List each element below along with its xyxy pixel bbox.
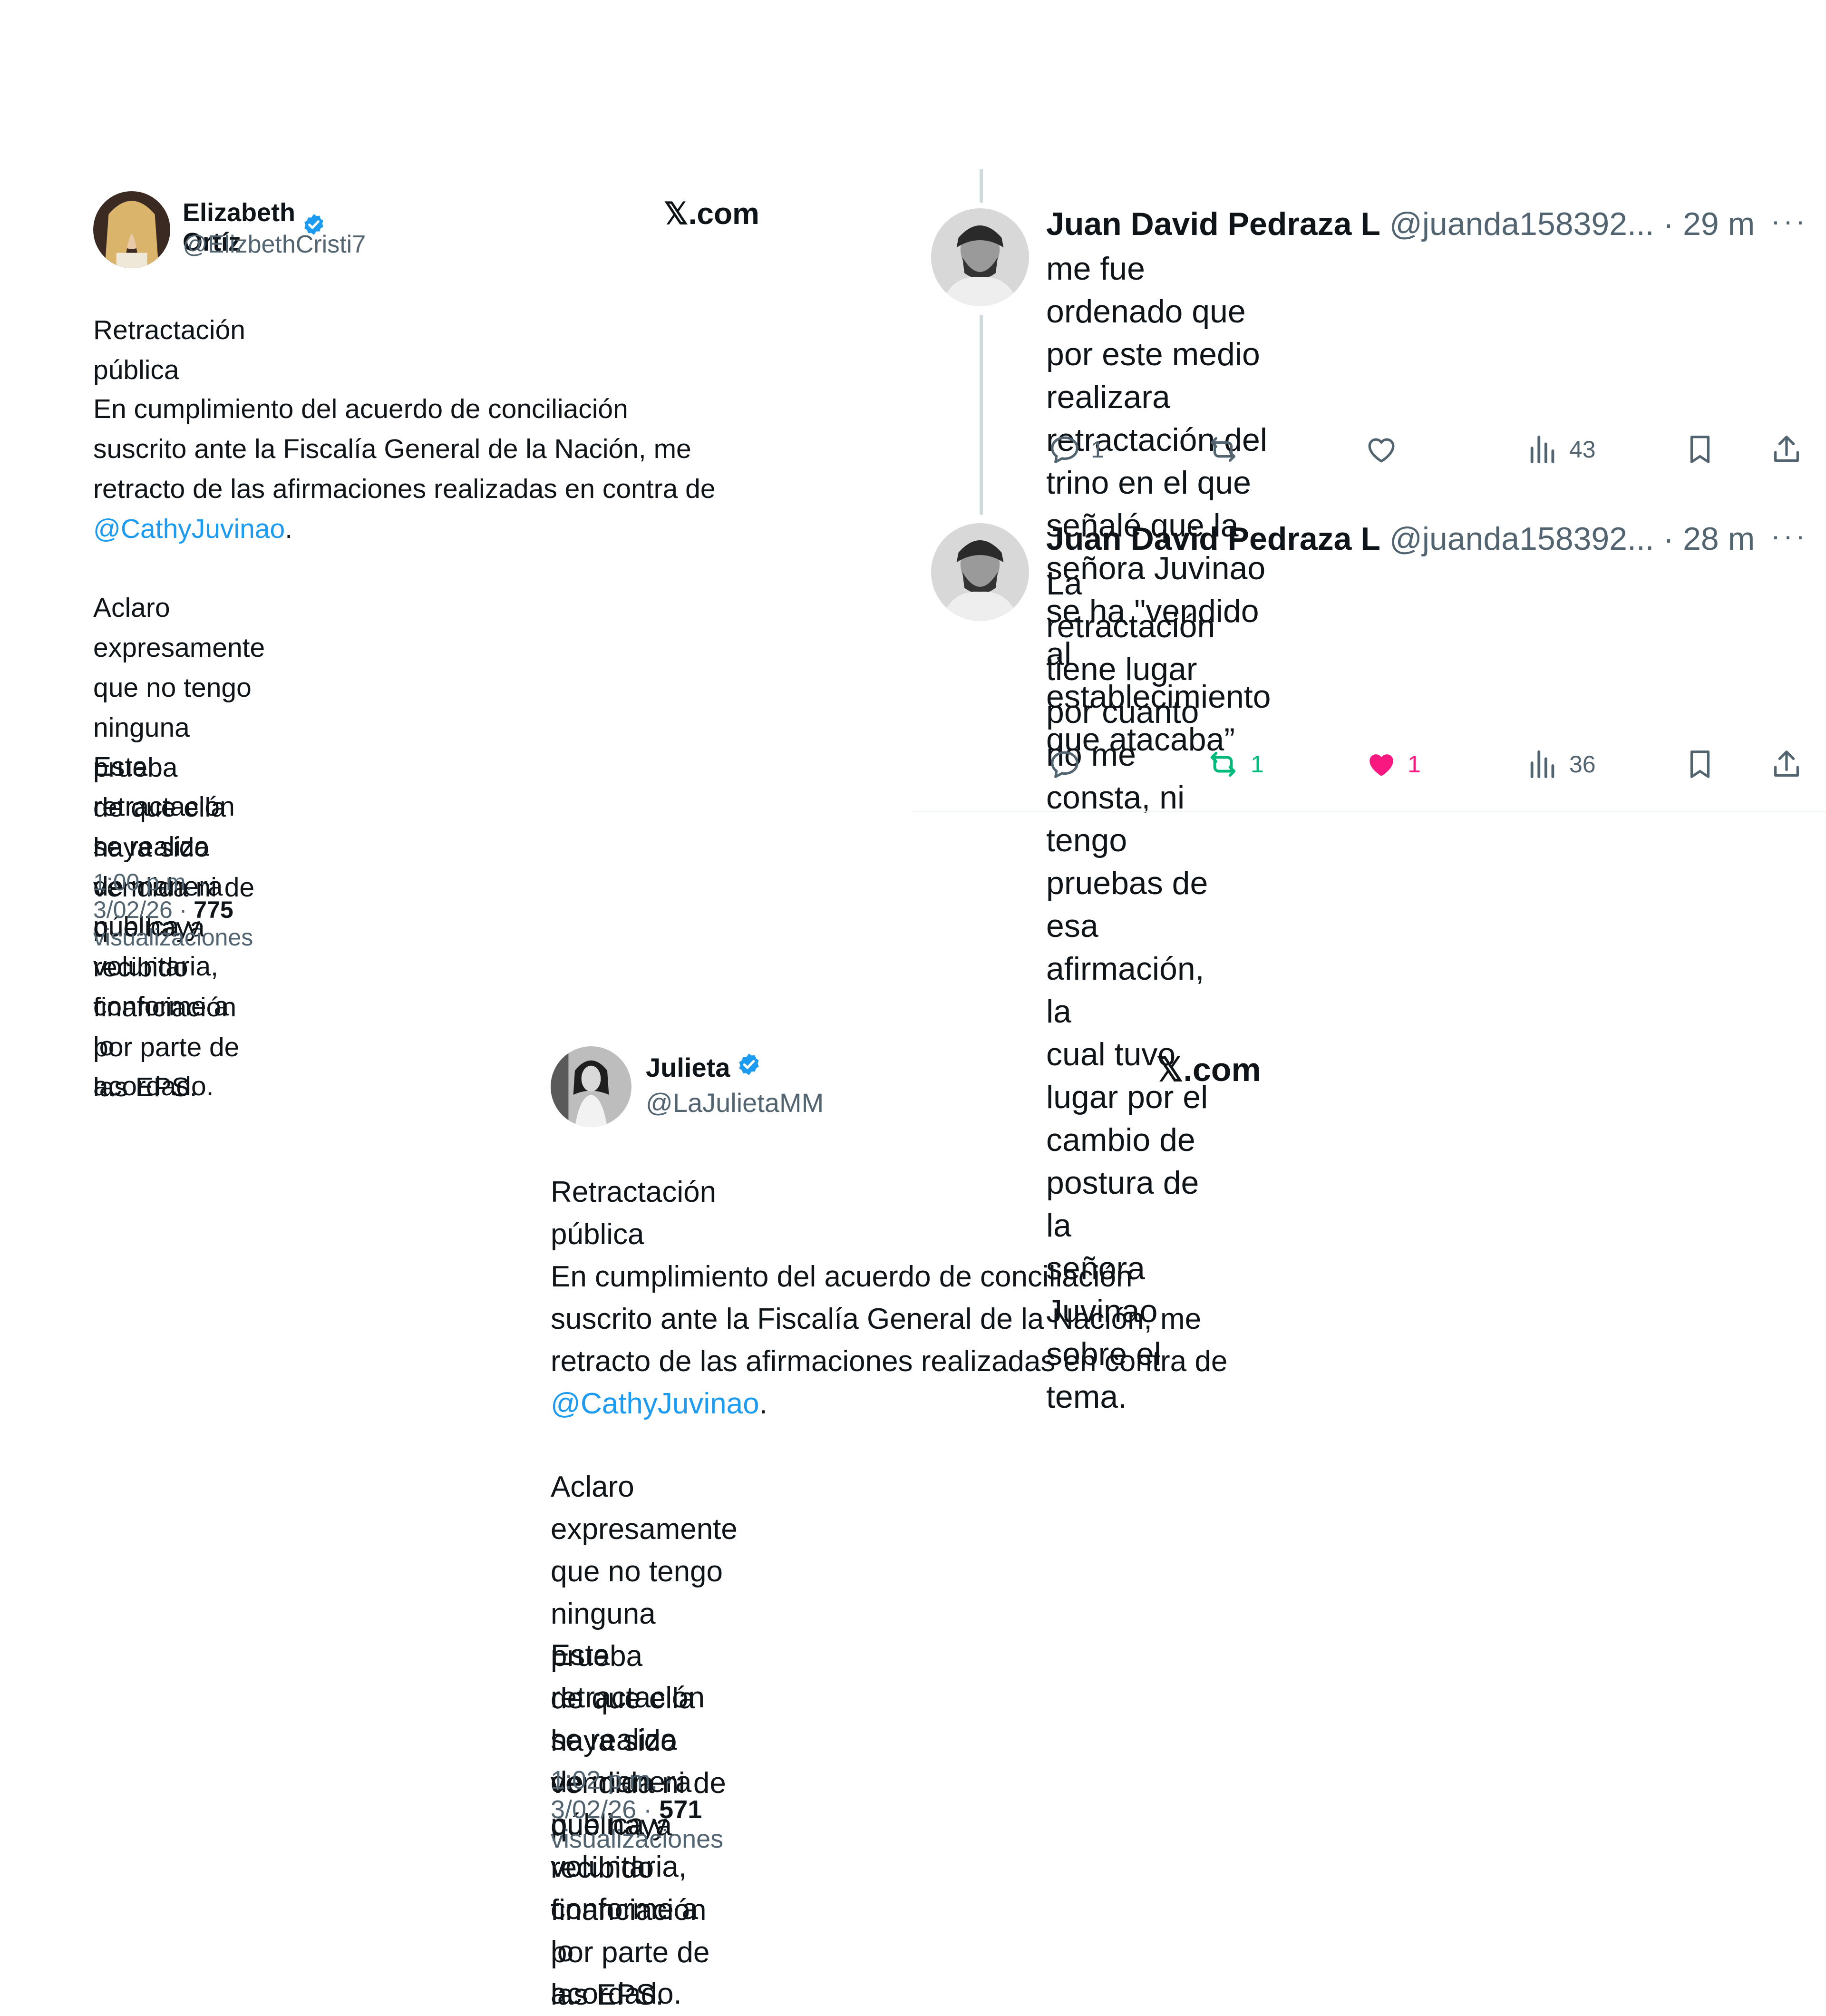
views-button[interactable]: 36 (1526, 748, 1596, 781)
avatar[interactable] (931, 208, 1029, 306)
retweet-count: 1 (1251, 751, 1264, 778)
share-icon (1770, 433, 1803, 466)
more-options-icon[interactable]: ··· (1771, 205, 1808, 237)
mention-link[interactable]: @CathyJuvinao (93, 514, 285, 544)
share-button[interactable] (1770, 433, 1803, 466)
verified-badge-icon (737, 1052, 761, 1083)
analytics-icon (1526, 433, 1560, 466)
views-button[interactable]: 43 (1526, 433, 1596, 466)
reply-icon (1048, 748, 1081, 781)
thread-connector-line (980, 169, 983, 203)
tweet-paragraph-1: En cumplimiento del acuerdo de conciliac… (551, 1260, 1228, 1420)
display-name[interactable]: Juan David Pedraza L (1046, 521, 1380, 557)
user-handle[interactable]: @juanda158392... (1389, 206, 1654, 242)
bookmark-icon (1683, 748, 1717, 781)
bookmark-button[interactable] (1683, 433, 1717, 466)
tweet-metadata: 1:02 p.m. · 3/02/26 · 571 visualizacione… (551, 1766, 724, 1853)
like-button[interactable] (1365, 433, 1408, 466)
timestamp[interactable]: · 28 m (1654, 521, 1755, 557)
share-button[interactable] (1770, 748, 1803, 781)
display-name[interactable]: Julieta (646, 1052, 730, 1083)
retweet-icon (1205, 748, 1241, 781)
retweet-icon (1205, 433, 1241, 466)
view-count: 43 (1569, 436, 1596, 463)
reply-count: 1 (1091, 436, 1104, 463)
view-count: 775 (194, 896, 233, 923)
avatar[interactable] (551, 1046, 631, 1127)
reply-button[interactable]: 1 (1048, 433, 1104, 466)
avatar[interactable] (93, 191, 170, 268)
reply-button[interactable] (1048, 748, 1091, 781)
tweet-metadata: 1:00 p.m. · 3/02/26 · 775 visualizacione… (93, 869, 253, 951)
share-icon (1770, 748, 1803, 781)
x-brand-logo: 𝕏.com (664, 196, 759, 231)
thread-divider (912, 811, 1826, 812)
display-name[interactable]: Juan David Pedraza L (1046, 206, 1380, 242)
timestamp[interactable]: 1:02 p.m. · 3/02/26 · (551, 1766, 673, 1824)
tweet-title: Retractación pública (551, 1176, 717, 1251)
heart-icon (1365, 433, 1398, 466)
avatar[interactable] (931, 523, 1029, 621)
tweet-paragraph-1: En cumplimiento del acuerdo de conciliac… (93, 394, 716, 544)
thread-connector-line (980, 315, 983, 515)
retweet-button[interactable]: 1 (1205, 748, 1264, 781)
like-button[interactable]: 1 (1365, 748, 1421, 781)
timestamp[interactable]: 1:00 p.m. · 3/02/26 · (93, 869, 207, 923)
bookmark-button[interactable] (1683, 748, 1717, 781)
view-count: 571 (659, 1795, 702, 1824)
mention-link[interactable]: @CathyJuvinao (551, 1387, 759, 1420)
user-handle[interactable]: @juanda158392... (1389, 521, 1654, 557)
tweet-title: Retractación pública (93, 315, 245, 385)
x-brand-logo: 𝕏.com (1156, 1051, 1261, 1088)
more-options-icon[interactable]: ··· (1771, 519, 1808, 552)
user-handle[interactable]: @ElizbethCristi7 (183, 230, 366, 259)
user-handle[interactable]: @LaJulietaMM (646, 1087, 824, 1118)
timestamp[interactable]: · 29 m (1654, 206, 1755, 242)
view-count: 36 (1569, 751, 1596, 778)
bookmark-icon (1683, 433, 1717, 466)
analytics-icon (1526, 748, 1560, 781)
retweet-button[interactable] (1205, 433, 1251, 466)
like-count: 1 (1408, 751, 1421, 778)
reply-icon (1048, 433, 1081, 466)
heart-icon (1365, 748, 1398, 781)
